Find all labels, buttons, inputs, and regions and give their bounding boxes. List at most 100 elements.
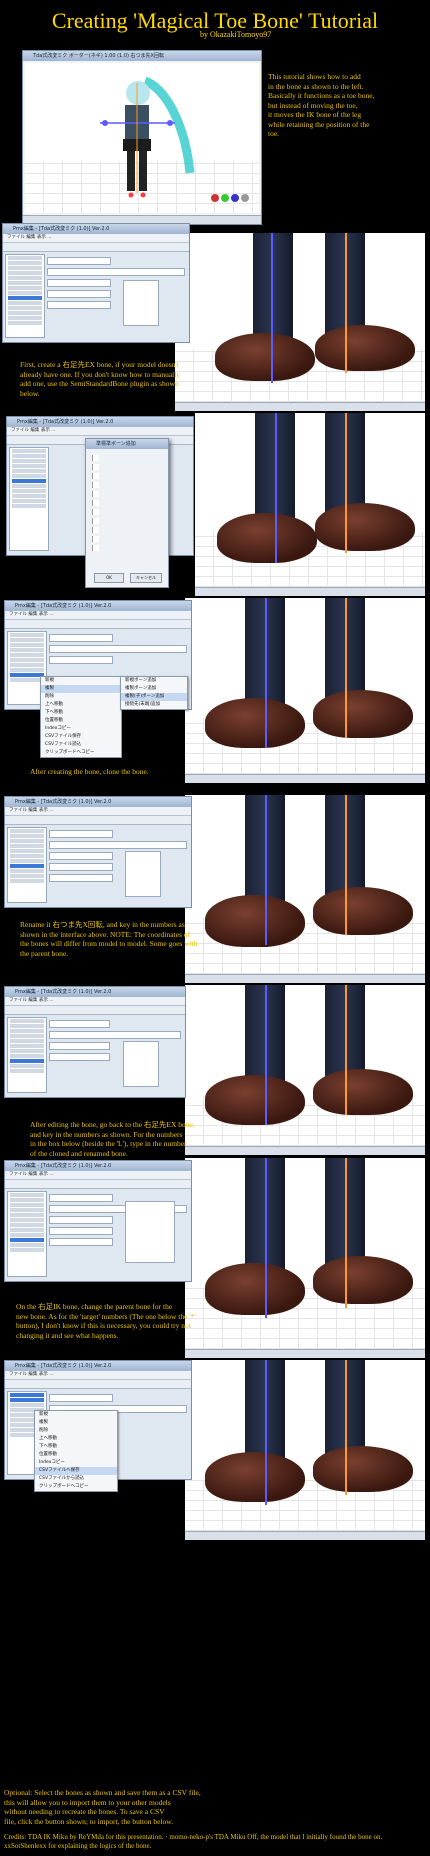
menu-item[interactable]: Indexコピー	[41, 725, 121, 733]
menu-item[interactable]: CSVファイル保存	[41, 733, 121, 741]
step2-viewport	[195, 413, 425, 596]
bone-line	[345, 413, 347, 553]
bone-name-field[interactable]	[49, 634, 114, 642]
shoe-left	[217, 513, 317, 563]
menu-bar[interactable]: ファイル 編集 表示 ...	[5, 807, 191, 816]
option-checkbox[interactable]	[92, 536, 162, 542]
tab-strip[interactable]	[5, 620, 191, 629]
link-field[interactable]	[49, 1227, 114, 1235]
position-field[interactable]	[49, 645, 187, 653]
tab-strip[interactable]	[5, 1006, 185, 1015]
csv-context-menu: 新規 複製 削除 上へ移動 下へ移動 位置移動 Indexコピー CSVファイル…	[34, 1410, 118, 1492]
step5-pmx-window: Pmx編集 - [Tda式改変ミク (1.0)] Ver.2.0 ファイル 編集…	[4, 986, 186, 1098]
menu-item[interactable]: CSVファイル読込	[41, 741, 121, 749]
option-checkbox[interactable]	[92, 464, 162, 470]
shoe-right	[313, 1446, 413, 1492]
menu-item[interactable]: 下へ移動	[35, 1443, 117, 1451]
offset-field[interactable]	[49, 874, 114, 882]
bone-name-field[interactable]	[49, 1394, 114, 1402]
ik-link-box[interactable]	[125, 1201, 175, 1263]
menu-item[interactable]: 上へ移動	[41, 701, 121, 709]
menu-item[interactable]: 新規	[41, 677, 121, 685]
ik-target-field[interactable]	[49, 1238, 114, 1246]
bone-name-field[interactable]	[49, 830, 114, 838]
menu-item[interactable]: 複製	[35, 1419, 117, 1427]
submenu-item[interactable]: 複製ボーン追加	[121, 685, 187, 693]
intro-window: Tda式改変ミク ボーダー(ネギ) 1.00 (1.0) 右つま先X回転	[22, 50, 262, 225]
menu-item[interactable]: 上へ移動	[35, 1435, 117, 1443]
option-checkbox[interactable]	[92, 455, 162, 461]
option-checkbox[interactable]	[92, 509, 162, 515]
bone-list[interactable]	[7, 1191, 47, 1277]
bone-line	[265, 1360, 267, 1505]
bone-form	[49, 827, 187, 903]
bone-name-field[interactable]	[49, 1194, 114, 1202]
menu-item[interactable]: 削除	[41, 693, 121, 701]
ok-button[interactable]: OK	[94, 573, 124, 583]
option-checkbox[interactable]	[92, 518, 162, 524]
bone-list[interactable]	[9, 447, 49, 551]
position-field[interactable]	[47, 268, 185, 276]
option-checkbox[interactable]	[92, 500, 162, 506]
option-checkbox[interactable]	[92, 527, 162, 533]
submenu-item[interactable]: 複製(子)ボーン追加	[121, 693, 187, 701]
menu-item[interactable]: 削除	[35, 1427, 117, 1435]
menu-bar[interactable]: ファイル 編集 表示 ...	[5, 1371, 191, 1380]
option-checkbox[interactable]	[92, 545, 162, 551]
bone-list[interactable]	[7, 1017, 47, 1093]
tab-strip[interactable]	[3, 243, 189, 252]
parent-field[interactable]	[47, 279, 112, 287]
window-title: Pmx編集 - [Tda式改変ミク (1.0)] Ver.2.0	[3, 224, 189, 234]
window-title: Pmx編集 - [Tda式改変ミク (1.0)] Ver.2.0	[5, 987, 185, 997]
link-field[interactable]	[49, 863, 114, 871]
character-figure	[100, 76, 249, 202]
ik-field[interactable]	[47, 301, 112, 309]
parent-field[interactable]	[49, 1216, 114, 1224]
bone-name-field[interactable]	[47, 257, 112, 265]
parent-field[interactable]	[49, 852, 114, 860]
link-field[interactable]	[49, 1053, 111, 1061]
menu-bar[interactable]: ファイル 編集 表示 ...	[5, 611, 191, 620]
menu-item[interactable]: クリップボードへコピー	[41, 749, 121, 757]
submenu-item[interactable]: 接続先(末端)追加	[121, 701, 187, 709]
submenu-item[interactable]: 新規ボーン追加	[121, 677, 187, 685]
menu-item[interactable]: 位置移動	[35, 1451, 117, 1459]
menu-bar[interactable]: ファイル 編集 表示 ...	[3, 234, 189, 243]
menu-item-save-csv[interactable]: CSVファイルへ保存	[35, 1467, 117, 1475]
ik-link-box[interactable]	[123, 1041, 159, 1087]
option-checkbox[interactable]	[92, 491, 162, 497]
ik-link-box[interactable]	[125, 851, 161, 897]
cancel-button[interactable]: キャンセル	[130, 573, 162, 583]
bone-name-field[interactable]	[49, 1020, 111, 1028]
menu-item[interactable]: Indexコピー	[35, 1459, 117, 1467]
menu-bar[interactable]: ファイル 編集 表示 ...	[5, 997, 185, 1006]
parent-field[interactable]	[49, 656, 114, 664]
shoe-right	[313, 1256, 413, 1304]
menu-item[interactable]: 下へ移動	[41, 709, 121, 717]
step1-pmx-window: Pmx編集 - [Tda式改変ミク (1.0)] Ver.2.0 ファイル 編集…	[2, 223, 190, 343]
menu-item-load-csv[interactable]: CSVファイルから読込	[35, 1475, 117, 1483]
menu-item[interactable]: クリップボードへコピー	[35, 1483, 117, 1491]
tab-strip[interactable]	[5, 1180, 191, 1189]
menu-bar[interactable]: ファイル 編集 表示 ...	[7, 427, 193, 436]
position-field[interactable]	[49, 841, 187, 849]
step7-caption: Optional: Select the bones as shown and …	[4, 1788, 201, 1826]
option-checkbox[interactable]	[92, 482, 162, 488]
menu-item[interactable]: 位置移動	[41, 717, 121, 725]
tab-strip[interactable]	[5, 1380, 191, 1389]
link-field[interactable]	[47, 290, 112, 298]
bone-list[interactable]	[7, 827, 47, 903]
bone-line	[345, 233, 347, 373]
parent-field[interactable]	[49, 1042, 111, 1050]
menu-item[interactable]: 新規	[35, 1411, 117, 1419]
bone-line	[265, 1158, 267, 1318]
bone-line	[345, 795, 347, 935]
position-field[interactable]	[49, 1031, 181, 1039]
ik-link-box[interactable]	[123, 280, 159, 326]
option-checkbox[interactable]	[92, 473, 162, 479]
menu-bar[interactable]: ファイル 編集 表示 ...	[5, 1171, 191, 1180]
menu-item-clone[interactable]: 複製	[41, 685, 121, 693]
tab-strip[interactable]	[5, 816, 191, 825]
shoe-right	[315, 503, 415, 551]
bone-list[interactable]	[5, 254, 45, 338]
